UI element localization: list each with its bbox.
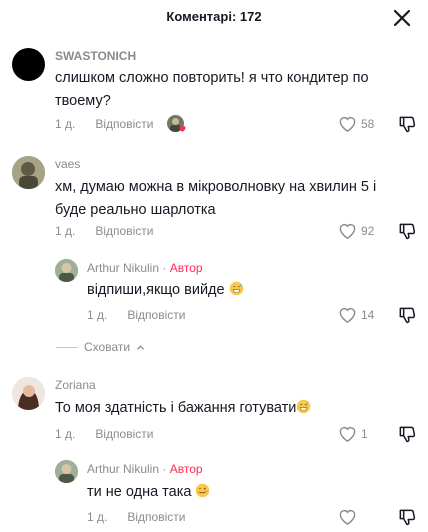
comment-time: 1 д. (87, 308, 108, 322)
avatar[interactable] (12, 377, 45, 410)
like-count: 58 (361, 117, 375, 131)
comment-author[interactable]: Zoriana (55, 378, 96, 392)
comment-time: 1 д. (55, 224, 76, 238)
heart-icon (339, 307, 356, 323)
like-count: 92 (361, 224, 375, 238)
avatar[interactable] (55, 460, 78, 483)
comment-meta: 1 д. Відповісти (55, 117, 153, 131)
hide-replies-label: Сховати (84, 340, 131, 354)
comment-text: То моя здатність і бажання готувати (55, 397, 395, 420)
dislike-button[interactable] (397, 424, 417, 444)
heart-icon (339, 223, 356, 239)
close-button[interactable] (390, 6, 414, 30)
comment-author[interactable]: vaes (55, 157, 80, 171)
reply-author: Arthur Nikulin · Автор (87, 462, 203, 476)
heart-icon (339, 116, 356, 132)
avatar[interactable] (12, 48, 45, 81)
avatar[interactable] (55, 259, 78, 282)
heart-icon (339, 509, 356, 525)
dislike-icon (399, 223, 416, 240)
like-button[interactable] (338, 508, 357, 526)
reply-button[interactable]: Відповісти (95, 224, 153, 238)
dislike-button[interactable] (397, 507, 417, 527)
comment-meta: 1 д. Відповісти (55, 224, 153, 238)
avatar[interactable] (12, 156, 45, 189)
author-separator: · (162, 462, 167, 476)
like-button[interactable]: 14 (338, 306, 374, 324)
dislike-icon (399, 116, 416, 133)
like-count: 1 (361, 427, 368, 441)
comments-count-title: Коментарі: 172 (166, 9, 262, 24)
reply-button[interactable]: Відповісти (127, 308, 185, 322)
author-separator: · (162, 261, 167, 275)
reply-text-content: ти не одна така (87, 484, 192, 500)
reply-author: Arthur Nikulin · Автор (87, 261, 203, 275)
chevron-up-icon (136, 344, 145, 350)
comment-time: 1 д. (55, 117, 76, 131)
reply-button[interactable]: Відповісти (127, 510, 185, 524)
reply-meta: 1 д. Відповісти (87, 308, 185, 322)
reply-text: ти не одна така (87, 481, 367, 504)
dislike-button[interactable] (397, 221, 417, 241)
reply-author-name[interactable]: Arthur Nikulin (87, 261, 159, 275)
heart-icon (339, 426, 356, 442)
author-badge: Автор (169, 261, 203, 275)
grinning-sweat-emoji-icon (229, 281, 243, 296)
divider (56, 346, 78, 348)
dislike-button[interactable] (397, 305, 417, 325)
reply-meta: 1 д. Відповісти (87, 510, 185, 524)
dislike-icon (399, 426, 416, 443)
close-icon (393, 9, 411, 27)
dislike-icon (399, 509, 416, 526)
comment-meta: 1 д. Відповісти (55, 427, 153, 441)
comment-time: 1 д. (87, 510, 108, 524)
reply-author-name[interactable]: Arthur Nikulin (87, 462, 159, 476)
dislike-button[interactable] (397, 114, 417, 134)
comments-header: Коментарі: 172 (0, 0, 428, 34)
grinning-sweat-emoji-icon (297, 399, 311, 414)
reply-button[interactable]: Відповісти (95, 427, 153, 441)
reply-button[interactable]: Відповісти (95, 117, 153, 131)
comment-author[interactable]: SWASTONICH (55, 49, 136, 63)
like-button[interactable]: 58 (338, 115, 374, 133)
like-count: 14 (361, 308, 375, 322)
author-badge: Автор (169, 462, 203, 476)
like-button[interactable]: 92 (338, 222, 374, 240)
hide-replies-button[interactable]: Сховати (56, 340, 145, 354)
reply-text-content: відпиши,якщо вийде (87, 282, 225, 298)
dislike-icon (399, 307, 416, 324)
comment-text: хм, думаю можна в мікроволновку на хвили… (55, 179, 377, 218)
comment-text-content: То моя здатність і бажання готувати (55, 400, 297, 416)
reply-text: відпиши,якщо вийде (87, 279, 367, 302)
like-button[interactable]: 1 (338, 425, 368, 443)
comment-text: слишком сложно повторить! я что кондитер… (55, 70, 369, 109)
woozy-face-emoji-icon (196, 483, 210, 498)
creator-heart-icon (179, 126, 186, 132)
comment-time: 1 д. (55, 427, 76, 441)
